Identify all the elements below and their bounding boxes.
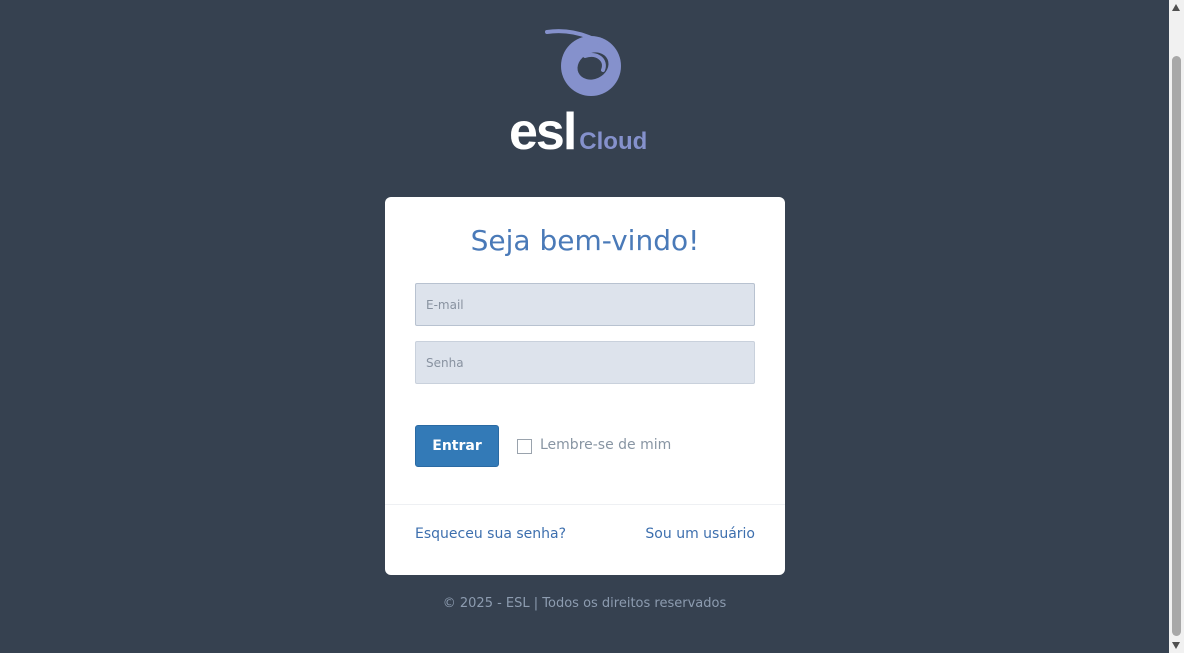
user-login-link[interactable]: Sou um usuário [645,526,755,542]
card-divider [385,504,785,505]
logo-secondary-text: Cloud [579,128,648,155]
footer-copyright: © 2025 - ESL | Todos os direitos reserva… [442,596,727,611]
remember-me[interactable]: Lembre-se de mim [517,435,671,455]
esl-cloud-logo: esl Cloud [505,26,655,161]
login-title: Seja bem-vindo! [470,224,700,257]
scrollbar-thumb[interactable] [1172,56,1181,636]
page-scrollbar[interactable] [1169,0,1184,653]
email-input[interactable] [415,283,755,326]
remember-checkbox[interactable] [517,438,532,454]
scroll-up-icon[interactable] [1172,4,1180,11]
logo-wordmark: esl Cloud [509,102,647,162]
login-button[interactable]: Entrar [415,425,499,467]
password-input[interactable] [415,341,755,384]
scroll-down-icon[interactable] [1172,642,1180,649]
swirl-logo-icon [545,29,621,96]
remember-label[interactable]: Lembre-se de mim [540,437,671,453]
logo-primary-text: esl [509,103,577,161]
forgot-password-link[interactable]: Esqueceu sua senha? [415,526,566,542]
login-card: Seja bem-vindo! Entrar Lembre-se de mim … [385,197,785,575]
